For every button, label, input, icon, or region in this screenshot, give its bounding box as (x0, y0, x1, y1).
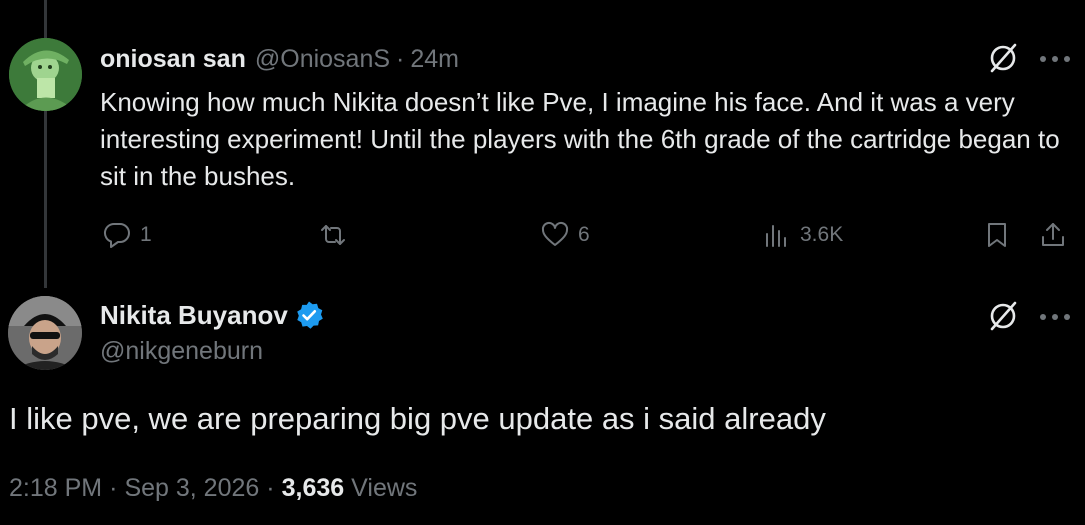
tweet-metadata: 2:18 PM · Sep 3, 2026 · 3,636 Views (9, 474, 417, 503)
like-button[interactable]: 6 (540, 217, 590, 253)
like-count: 6 (578, 223, 590, 246)
retweet-button[interactable] (318, 217, 356, 253)
avatar[interactable] (8, 296, 82, 370)
views-count: 3.6K (800, 223, 844, 246)
grok-icon[interactable] (986, 41, 1020, 75)
display-name[interactable]: oniosan san (100, 45, 246, 74)
views-label: Views (351, 474, 418, 502)
tweet-thread: oniosan san @OniosanS · 24m Knowing how … (0, 0, 1085, 525)
user-handle[interactable]: @nikgeneburn (100, 337, 263, 366)
retweet-icon (321, 225, 345, 245)
user-handle[interactable]: @OniosanS (255, 45, 390, 74)
tweet-timestamp[interactable]: 24m (410, 45, 459, 74)
more-icon[interactable] (1040, 312, 1070, 322)
reply-icon (103, 222, 130, 248)
separator-dot: · (396, 44, 405, 73)
separator-dot: · (109, 474, 118, 502)
views-button[interactable]: 3.6K (762, 217, 843, 253)
reply-button[interactable]: 1 (102, 217, 152, 253)
bookmark-icon (988, 223, 1006, 247)
bookmark-button[interactable] (982, 217, 1012, 253)
grok-icon[interactable] (986, 299, 1020, 333)
heart-icon (541, 221, 569, 246)
views-total: 3,636 (281, 474, 345, 502)
reply-count: 1 (140, 223, 152, 246)
separator-dot: · (266, 474, 275, 502)
verified-badge-icon[interactable] (294, 300, 324, 330)
share-icon (1042, 223, 1064, 246)
views-icon (766, 225, 786, 247)
share-button[interactable] (1038, 217, 1068, 253)
tweet-date[interactable]: Sep 3, 2026 (124, 474, 259, 503)
avatar[interactable] (9, 38, 82, 111)
tweet-text: I like pve, we are preparing big pve upd… (9, 401, 826, 436)
tweet-header: oniosan san @OniosanS · 24m (100, 44, 459, 74)
tweet-text: Knowing how much Nikita doesn’t like Pve… (100, 87, 1060, 191)
tweet-header: Nikita Buyanov (100, 299, 324, 331)
display-name[interactable]: Nikita Buyanov (100, 300, 288, 331)
more-icon[interactable] (1040, 54, 1070, 64)
tweet-time[interactable]: 2:18 PM (9, 474, 102, 503)
